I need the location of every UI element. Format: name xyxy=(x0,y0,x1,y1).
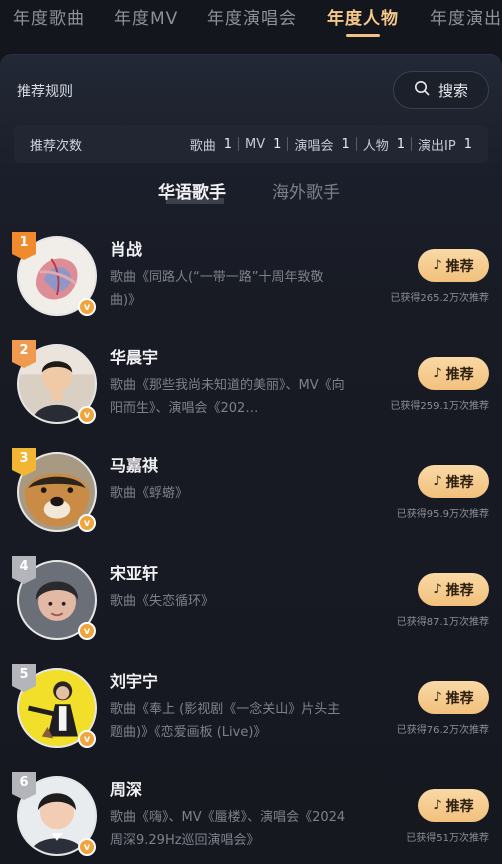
recommend-rules-link[interactable]: 推荐规则 xyxy=(17,81,73,101)
artist-row[interactable]: v 3 马嘉祺 歌曲《蜉蝣》 ♪ 推荐 已获得95.9万次推荐 xyxy=(0,448,502,560)
verified-badge: v xyxy=(78,514,96,532)
artist-works: 歌曲《嗨》、MV《蜃楼》、演唱会《2024周深9.29Hz巡回演唱会》 xyxy=(110,810,346,848)
tab-annual-songs[interactable]: 年度歌曲 xyxy=(13,4,85,29)
rank-badge: 6 xyxy=(12,772,36,800)
artist-works: 歌曲《蜉蝣》 xyxy=(110,486,189,501)
verified-badge: v xyxy=(78,838,96,856)
artist-row[interactable]: v 4 宋亚轩 歌曲《失恋循环》 ♪ 推荐 已获得87.1万次推荐 xyxy=(0,556,502,668)
rank-badge: 4 xyxy=(12,556,36,584)
music-note-icon: ♪ xyxy=(433,690,442,705)
top-tab-bar: 年度歌曲 年度MV 年度演唱会 年度人物 年度演出 xyxy=(0,0,502,46)
music-note-icon: ♪ xyxy=(433,582,442,597)
active-tab-indicator xyxy=(346,34,380,37)
artist-name[interactable]: 刘宇宁 xyxy=(110,668,158,692)
artist-works: 歌曲《那些我尚未知道的美丽》、MV《向阳而生》、演唱会《202… xyxy=(110,378,345,416)
recommend-count-text: 已获得265.2万次推荐 xyxy=(390,293,489,304)
artist-row[interactable]: v 2 华晨宇 歌曲《那些我尚未知道的美丽》、MV《向阳而生》、演唱会《202…… xyxy=(0,340,502,452)
artist-row[interactable]: v 6 周深 歌曲《嗨》、MV《蜃楼》、演唱会《2024周深9.29Hz巡回演唱… xyxy=(0,772,502,864)
artist-works: 歌曲《奉上 (影视剧《一念关山》片头主题曲)》《恋爱画板 (Live)》 xyxy=(110,702,341,740)
search-button[interactable]: 搜索 xyxy=(393,71,489,109)
artist-name[interactable]: 肖战 xyxy=(110,236,142,260)
music-note-icon: ♪ xyxy=(433,474,442,489)
rank-badge: 3 xyxy=(12,448,36,476)
verified-badge: v xyxy=(78,298,96,316)
artist-name[interactable]: 宋亚轩 xyxy=(110,560,158,584)
recommend-count-text: 已获得51万次推荐 xyxy=(406,833,489,844)
rank-badge: 5 xyxy=(12,664,36,692)
tab-annual-people[interactable]: 年度人物 xyxy=(327,4,399,29)
artist-row[interactable]: v 1 肖战 歌曲《同路人(“一带一路”十周年致敬曲)》 ♪ 推荐 已获得265.… xyxy=(0,232,502,344)
rank-badge: 2 xyxy=(12,340,36,368)
artist-works: 歌曲《失恋循环》 xyxy=(110,594,215,609)
artist-name[interactable]: 马嘉祺 xyxy=(110,452,158,476)
verified-badge: v xyxy=(78,730,96,748)
rank-badge: 1 xyxy=(12,232,36,260)
divider xyxy=(355,137,357,151)
verified-badge: v xyxy=(78,622,96,640)
recommend-button[interactable]: ♪ 推荐 xyxy=(418,573,489,606)
search-icon xyxy=(414,80,430,100)
counts-title: 推荐次数 xyxy=(30,138,83,154)
tab-annual-concerts[interactable]: 年度演唱会 xyxy=(207,4,297,29)
music-note-icon: ♪ xyxy=(433,258,442,273)
music-note-icon: ♪ xyxy=(433,366,442,381)
recommend-count-text: 已获得76.2万次推荐 xyxy=(396,725,489,736)
tab-annual-shows[interactable]: 年度演出 xyxy=(430,4,502,29)
artist-name[interactable]: 周深 xyxy=(110,776,142,800)
verified-badge: v xyxy=(78,406,96,424)
music-note-icon: ♪ xyxy=(433,798,442,813)
count-songs: 歌曲 1 xyxy=(189,136,233,154)
recommend-counts-bar: 推荐次数 歌曲 1 MV 1 演唱会 1 人物 1 演出IP 1 xyxy=(14,125,488,163)
artist-row[interactable]: v 5 刘宇宁 歌曲《奉上 (影视剧《一念关山》片头主题曲)》《恋爱画板 (Li… xyxy=(0,664,502,776)
tab-chinese-singers[interactable]: 华语歌手 xyxy=(158,178,226,203)
recommend-button[interactable]: ♪ 推荐 xyxy=(418,249,489,282)
artist-name[interactable]: 华晨宇 xyxy=(110,344,158,368)
artist-works: 歌曲《同路人(“一带一路”十周年致敬曲)》 xyxy=(110,270,324,308)
divider xyxy=(238,137,240,151)
tab-overseas-singers[interactable]: 海外歌手 xyxy=(272,178,340,203)
tab-annual-mv[interactable]: 年度MV xyxy=(114,4,178,29)
recommend-count-text: 已获得259.1万次推荐 xyxy=(390,401,489,412)
divider xyxy=(287,137,289,151)
count-mv: MV 1 xyxy=(245,136,282,152)
recommend-button[interactable]: ♪ 推荐 xyxy=(418,357,489,390)
recommend-button[interactable]: ♪ 推荐 xyxy=(418,789,489,822)
recommend-count-text: 已获得95.9万次推荐 xyxy=(396,509,489,520)
search-label: 搜索 xyxy=(437,81,468,100)
count-people: 人物 1 xyxy=(362,136,406,154)
recommend-count-text: 已获得87.1万次推荐 xyxy=(396,617,489,628)
count-concerts: 演唱会 1 xyxy=(294,136,350,154)
counts-list: 歌曲 1 MV 1 演唱会 1 人物 1 演出IP 1 xyxy=(190,135,472,154)
recommend-button[interactable]: ♪ 推荐 xyxy=(418,465,489,498)
recommend-button[interactable]: ♪ 推荐 xyxy=(418,681,489,714)
count-show-ip: 演出IP 1 xyxy=(418,136,472,154)
divider xyxy=(411,137,413,151)
